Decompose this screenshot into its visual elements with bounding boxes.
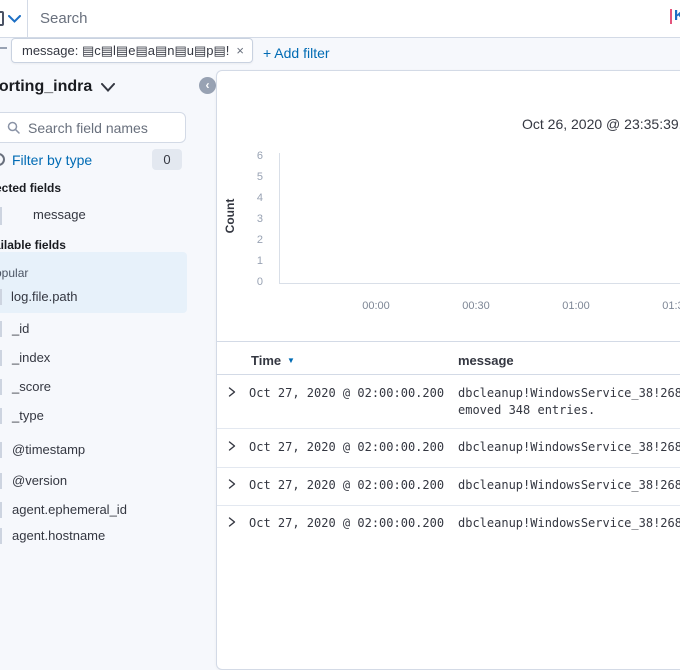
- divider: [217, 341, 680, 342]
- query-menu-icon[interactable]: [0, 11, 4, 26]
- chart-date-range-title: Oct 26, 2020 @ 23:35:39.3: [522, 116, 680, 132]
- discover-panel: Oct 26, 2020 @ 23:35:39.3 Count 6 5 4 3 …: [216, 70, 680, 670]
- field-item-timestamp[interactable]: @timestamp: [0, 442, 85, 458]
- x-axis-line: [279, 283, 680, 284]
- sort-descending-icon[interactable]: ▼: [287, 356, 295, 365]
- field-item-score[interactable]: _score: [0, 379, 51, 395]
- expand-row-icon[interactable]: [227, 517, 237, 527]
- y-tick: 6: [256, 150, 263, 162]
- divider: [217, 428, 680, 429]
- expand-row-icon[interactable]: [227, 479, 237, 489]
- filter-by-type-icon: [0, 153, 5, 166]
- divider: [27, 0, 28, 37]
- x-tick: 00:00: [362, 300, 390, 312]
- column-header-message[interactable]: message: [458, 353, 514, 368]
- x-tick: 01:00: [562, 300, 590, 312]
- filter-count-badge: 0: [152, 149, 182, 170]
- x-tick: 01:30: [662, 300, 680, 312]
- field-item-agent-ephemeral-id[interactable]: agent.ephemeral_id: [0, 502, 127, 518]
- search-icon: [7, 121, 20, 134]
- field-item-message[interactable]: message: [0, 207, 86, 225]
- selected-fields-heading: Selected fields: [0, 181, 62, 195]
- field-item-id[interactable]: _id: [0, 321, 29, 337]
- y-tick: 5: [256, 171, 263, 183]
- y-tick: 4: [256, 192, 263, 204]
- divider: [217, 505, 680, 506]
- field-item-type[interactable]: _type: [0, 408, 44, 424]
- popular-heading: Popular: [0, 266, 29, 280]
- y-tick: 2: [256, 234, 263, 246]
- field-item-agent-hostname[interactable]: agent.hostname: [0, 528, 105, 544]
- cell-time: Oct 27, 2020 @ 02:00:00.200: [249, 478, 445, 492]
- expand-row-icon[interactable]: [227, 441, 237, 451]
- expand-row-icon[interactable]: [227, 387, 237, 397]
- add-filter-button[interactable]: + Add filter: [263, 45, 330, 61]
- cell-time: Oct 27, 2020 @ 02:00:00.200: [249, 516, 445, 530]
- search-input[interactable]: Search: [40, 10, 88, 27]
- filter-edge-fragment: [0, 47, 7, 49]
- fields-sidebar: ‹ reporting_indra Search field names Fil…: [0, 63, 216, 544]
- chevron-down-icon[interactable]: [8, 15, 21, 23]
- field-search-input[interactable]: Search field names: [0, 112, 186, 143]
- cell-time: Oct 27, 2020 @ 02:00:00.200: [249, 386, 445, 400]
- x-tick: 00:30: [462, 300, 490, 312]
- filter-pill-message[interactable]: message: ▤c▤l▤e▤a▤n▤u▤p▤! ×: [11, 38, 253, 63]
- y-tick: 1: [256, 255, 263, 267]
- index-pattern-name: reporting_indra: [0, 78, 93, 95]
- field-item-version[interactable]: @version: [0, 473, 67, 489]
- top-search-bar: Search K: [0, 0, 680, 38]
- column-header-time[interactable]: Time: [251, 353, 281, 368]
- y-axis-label: Count: [223, 198, 237, 234]
- index-pattern-selector[interactable]: reporting_indra: [0, 78, 116, 96]
- field-item-index[interactable]: _index: [0, 350, 50, 366]
- close-icon[interactable]: ×: [236, 43, 244, 58]
- divider: [217, 467, 680, 468]
- cell-message: dbcleanup!WindowsService_38!268d: [458, 516, 680, 530]
- y-tick: 3: [256, 213, 263, 225]
- filter-by-type-button[interactable]: Filter by type: [12, 152, 92, 168]
- cell-message-wrap: emoved 348 entries.: [458, 403, 596, 417]
- y-tick: 0: [256, 276, 263, 288]
- cell-message: dbcleanup!WindowsService_38!268d: [458, 478, 680, 492]
- kql-button[interactable]: K: [674, 7, 680, 24]
- available-fields-heading: Available fields: [0, 238, 66, 252]
- filter-pill-label: message: ▤c▤l▤e▤a▤n▤u▤p▤!: [22, 42, 230, 58]
- kql-indicator: [670, 9, 672, 24]
- collapse-sidebar-icon[interactable]: ‹: [199, 77, 216, 94]
- y-axis-line: [279, 153, 280, 284]
- field-item-log-file-path[interactable]: log.file.path: [0, 289, 78, 305]
- cell-message: dbcleanup!WindowsService_38!268d: [458, 386, 680, 400]
- cell-message: dbcleanup!WindowsService_38!268d: [458, 440, 680, 454]
- field-search-placeholder: Search field names: [28, 119, 148, 136]
- popular-fields-section: Popular log.file.path: [0, 252, 187, 313]
- chevron-down-icon: [101, 82, 116, 92]
- divider: [217, 374, 680, 375]
- cell-time: Oct 27, 2020 @ 02:00:00.200: [249, 440, 445, 454]
